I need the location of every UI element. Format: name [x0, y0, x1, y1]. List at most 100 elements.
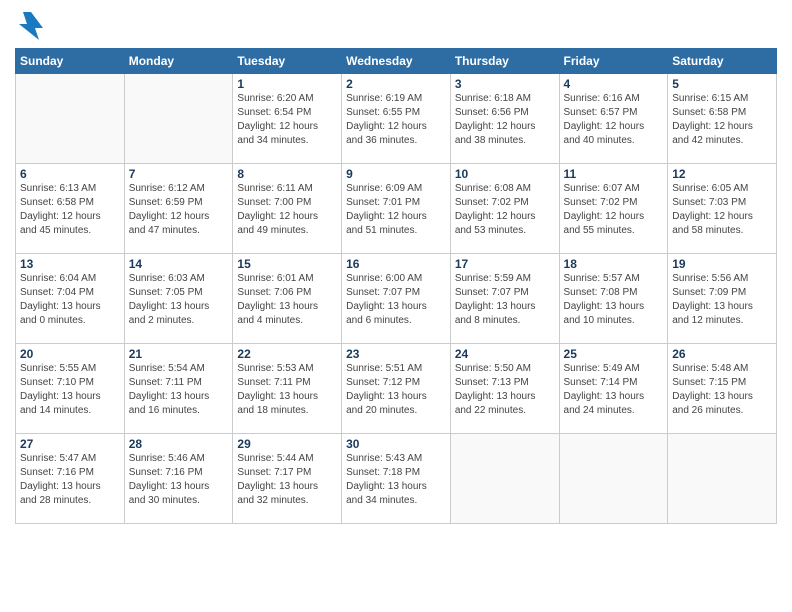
day-number: 20	[20, 347, 120, 361]
day-info: Sunrise: 6:15 AMSunset: 6:58 PMDaylight:…	[672, 92, 772, 148]
weekday-header-monday: Monday	[124, 49, 233, 74]
day-info: Sunrise: 5:54 AMSunset: 7:11 PMDaylight:…	[129, 362, 229, 418]
day-number: 25	[564, 347, 664, 361]
day-number: 23	[346, 347, 446, 361]
calendar-cell: 6Sunrise: 6:13 AMSunset: 6:58 PMDaylight…	[16, 164, 125, 254]
day-info: Sunrise: 5:43 AMSunset: 7:18 PMDaylight:…	[346, 452, 446, 508]
day-number: 18	[564, 257, 664, 271]
calendar-cell: 24Sunrise: 5:50 AMSunset: 7:13 PMDayligh…	[450, 344, 559, 434]
calendar-cell: 15Sunrise: 6:01 AMSunset: 7:06 PMDayligh…	[233, 254, 342, 344]
header	[15, 10, 777, 42]
calendar-cell: 14Sunrise: 6:03 AMSunset: 7:05 PMDayligh…	[124, 254, 233, 344]
day-info: Sunrise: 5:57 AMSunset: 7:08 PMDaylight:…	[564, 272, 664, 328]
calendar-cell: 13Sunrise: 6:04 AMSunset: 7:04 PMDayligh…	[16, 254, 125, 344]
calendar-cell	[668, 434, 777, 524]
day-info: Sunrise: 6:12 AMSunset: 6:59 PMDaylight:…	[129, 182, 229, 238]
day-info: Sunrise: 6:09 AMSunset: 7:01 PMDaylight:…	[346, 182, 446, 238]
calendar-cell: 9Sunrise: 6:09 AMSunset: 7:01 PMDaylight…	[342, 164, 451, 254]
day-info: Sunrise: 6:01 AMSunset: 7:06 PMDaylight:…	[237, 272, 337, 328]
calendar-cell	[559, 434, 668, 524]
day-number: 21	[129, 347, 229, 361]
calendar-cell: 18Sunrise: 5:57 AMSunset: 7:08 PMDayligh…	[559, 254, 668, 344]
day-info: Sunrise: 5:49 AMSunset: 7:14 PMDaylight:…	[564, 362, 664, 418]
day-info: Sunrise: 6:16 AMSunset: 6:57 PMDaylight:…	[564, 92, 664, 148]
day-number: 3	[455, 77, 555, 91]
calendar-cell: 20Sunrise: 5:55 AMSunset: 7:10 PMDayligh…	[16, 344, 125, 434]
weekday-header-saturday: Saturday	[668, 49, 777, 74]
day-number: 30	[346, 437, 446, 451]
weekday-header-sunday: Sunday	[16, 49, 125, 74]
day-info: Sunrise: 5:48 AMSunset: 7:15 PMDaylight:…	[672, 362, 772, 418]
day-number: 12	[672, 167, 772, 181]
calendar-cell: 22Sunrise: 5:53 AMSunset: 7:11 PMDayligh…	[233, 344, 342, 434]
calendar-cell: 4Sunrise: 6:16 AMSunset: 6:57 PMDaylight…	[559, 74, 668, 164]
day-number: 29	[237, 437, 337, 451]
calendar-cell: 25Sunrise: 5:49 AMSunset: 7:14 PMDayligh…	[559, 344, 668, 434]
day-info: Sunrise: 6:18 AMSunset: 6:56 PMDaylight:…	[455, 92, 555, 148]
calendar-cell	[16, 74, 125, 164]
calendar-cell: 8Sunrise: 6:11 AMSunset: 7:00 PMDaylight…	[233, 164, 342, 254]
calendar-cell: 27Sunrise: 5:47 AMSunset: 7:16 PMDayligh…	[16, 434, 125, 524]
day-info: Sunrise: 6:08 AMSunset: 7:02 PMDaylight:…	[455, 182, 555, 238]
day-number: 26	[672, 347, 772, 361]
day-info: Sunrise: 5:51 AMSunset: 7:12 PMDaylight:…	[346, 362, 446, 418]
calendar-cell: 17Sunrise: 5:59 AMSunset: 7:07 PMDayligh…	[450, 254, 559, 344]
calendar-cell: 29Sunrise: 5:44 AMSunset: 7:17 PMDayligh…	[233, 434, 342, 524]
day-number: 6	[20, 167, 120, 181]
day-number: 11	[564, 167, 664, 181]
day-number: 22	[237, 347, 337, 361]
day-info: Sunrise: 5:50 AMSunset: 7:13 PMDaylight:…	[455, 362, 555, 418]
calendar-cell: 11Sunrise: 6:07 AMSunset: 7:02 PMDayligh…	[559, 164, 668, 254]
day-info: Sunrise: 6:03 AMSunset: 7:05 PMDaylight:…	[129, 272, 229, 328]
calendar-cell: 10Sunrise: 6:08 AMSunset: 7:02 PMDayligh…	[450, 164, 559, 254]
day-info: Sunrise: 6:13 AMSunset: 6:58 PMDaylight:…	[20, 182, 120, 238]
calendar-cell: 3Sunrise: 6:18 AMSunset: 6:56 PMDaylight…	[450, 74, 559, 164]
day-number: 28	[129, 437, 229, 451]
day-number: 27	[20, 437, 120, 451]
day-number: 15	[237, 257, 337, 271]
weekday-header-friday: Friday	[559, 49, 668, 74]
day-info: Sunrise: 5:47 AMSunset: 7:16 PMDaylight:…	[20, 452, 120, 508]
calendar-cell: 5Sunrise: 6:15 AMSunset: 6:58 PMDaylight…	[668, 74, 777, 164]
weekday-header-wednesday: Wednesday	[342, 49, 451, 74]
calendar-table: SundayMondayTuesdayWednesdayThursdayFrid…	[15, 48, 777, 524]
logo	[15, 10, 51, 42]
calendar-cell	[450, 434, 559, 524]
weekday-header-tuesday: Tuesday	[233, 49, 342, 74]
day-info: Sunrise: 6:11 AMSunset: 7:00 PMDaylight:…	[237, 182, 337, 238]
day-number: 8	[237, 167, 337, 181]
calendar-cell: 2Sunrise: 6:19 AMSunset: 6:55 PMDaylight…	[342, 74, 451, 164]
calendar-cell	[124, 74, 233, 164]
day-number: 24	[455, 347, 555, 361]
day-number: 9	[346, 167, 446, 181]
calendar-cell: 21Sunrise: 5:54 AMSunset: 7:11 PMDayligh…	[124, 344, 233, 434]
day-number: 17	[455, 257, 555, 271]
day-info: Sunrise: 6:04 AMSunset: 7:04 PMDaylight:…	[20, 272, 120, 328]
day-number: 16	[346, 257, 446, 271]
logo-icon	[15, 10, 47, 42]
calendar-cell: 30Sunrise: 5:43 AMSunset: 7:18 PMDayligh…	[342, 434, 451, 524]
calendar-cell: 19Sunrise: 5:56 AMSunset: 7:09 PMDayligh…	[668, 254, 777, 344]
day-info: Sunrise: 5:44 AMSunset: 7:17 PMDaylight:…	[237, 452, 337, 508]
calendar-cell: 12Sunrise: 6:05 AMSunset: 7:03 PMDayligh…	[668, 164, 777, 254]
day-number: 4	[564, 77, 664, 91]
day-number: 2	[346, 77, 446, 91]
calendar-cell: 26Sunrise: 5:48 AMSunset: 7:15 PMDayligh…	[668, 344, 777, 434]
day-number: 13	[20, 257, 120, 271]
day-info: Sunrise: 6:19 AMSunset: 6:55 PMDaylight:…	[346, 92, 446, 148]
day-number: 5	[672, 77, 772, 91]
weekday-header-thursday: Thursday	[450, 49, 559, 74]
calendar-cell: 7Sunrise: 6:12 AMSunset: 6:59 PMDaylight…	[124, 164, 233, 254]
day-number: 1	[237, 77, 337, 91]
calendar-cell: 23Sunrise: 5:51 AMSunset: 7:12 PMDayligh…	[342, 344, 451, 434]
day-info: Sunrise: 6:20 AMSunset: 6:54 PMDaylight:…	[237, 92, 337, 148]
day-number: 14	[129, 257, 229, 271]
day-info: Sunrise: 5:56 AMSunset: 7:09 PMDaylight:…	[672, 272, 772, 328]
calendar-cell: 16Sunrise: 6:00 AMSunset: 7:07 PMDayligh…	[342, 254, 451, 344]
calendar-cell: 28Sunrise: 5:46 AMSunset: 7:16 PMDayligh…	[124, 434, 233, 524]
day-info: Sunrise: 5:59 AMSunset: 7:07 PMDaylight:…	[455, 272, 555, 328]
day-info: Sunrise: 6:05 AMSunset: 7:03 PMDaylight:…	[672, 182, 772, 238]
day-info: Sunrise: 5:53 AMSunset: 7:11 PMDaylight:…	[237, 362, 337, 418]
day-info: Sunrise: 6:00 AMSunset: 7:07 PMDaylight:…	[346, 272, 446, 328]
day-number: 10	[455, 167, 555, 181]
